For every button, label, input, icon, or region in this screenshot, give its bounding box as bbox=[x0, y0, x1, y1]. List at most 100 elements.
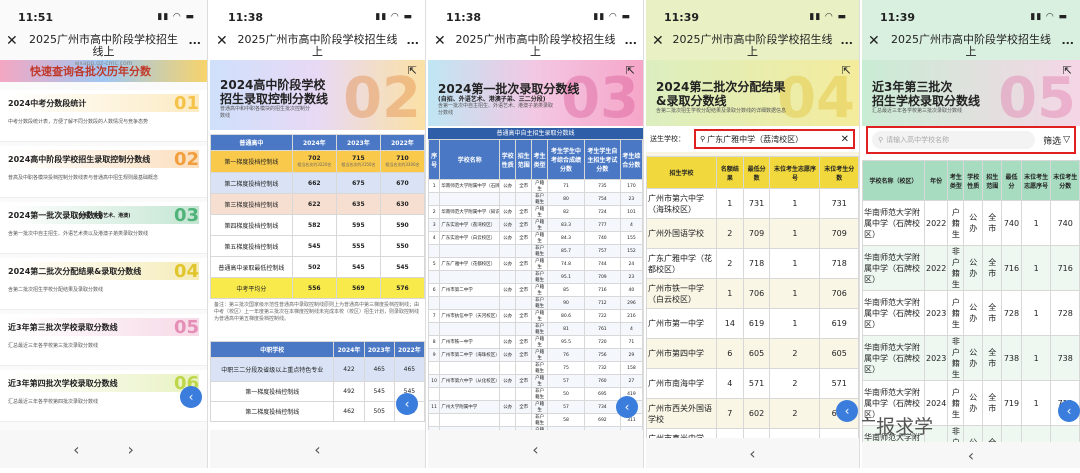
search-label: 送生学校： bbox=[650, 135, 685, 143]
menu-item[interactable]: 近3年第三批次学校录取分数线 05 汇总最近三年各学校第三批次录取分数线 bbox=[0, 314, 207, 366]
share-icon[interactable]: ⇱ bbox=[626, 64, 635, 77]
table-cell: 738 bbox=[1001, 335, 1022, 381]
table-cell: 非户籍生 bbox=[531, 244, 549, 258]
next-button[interactable]: › bbox=[128, 440, 134, 459]
menu-item-desc: 中考分数段统计表，方便了解不同分数段的人数情况与竞争态势 bbox=[8, 119, 149, 125]
table-cell: 全市 bbox=[515, 257, 533, 271]
menu-item[interactable]: 2024第一批次录取分数线 (自招、外语艺术、港澳) 03 含第一批次中自主招生、外语… bbox=[0, 202, 207, 254]
table-cell: 571 bbox=[742, 368, 771, 399]
clear-icon[interactable]: ✕ bbox=[841, 134, 849, 145]
table-cell: 605 bbox=[742, 338, 771, 369]
filter-button[interactable]: 筛选 bbox=[1043, 134, 1061, 147]
table-cell: 754 bbox=[583, 192, 621, 206]
table-cell: 广州市南海中学 bbox=[646, 368, 717, 399]
share-icon[interactable]: ⇱ bbox=[842, 64, 851, 77]
prev-button[interactable]: ‹ bbox=[532, 440, 538, 459]
table-cell: 619 bbox=[819, 308, 859, 339]
close-icon[interactable]: ✕ bbox=[868, 34, 886, 48]
table-cell bbox=[499, 361, 517, 375]
back-fab[interactable]: ‹ bbox=[180, 386, 202, 408]
table-cell bbox=[515, 192, 533, 206]
prev-button[interactable]: ‹ bbox=[968, 446, 974, 465]
table-cell: 75 bbox=[547, 361, 585, 375]
close-icon[interactable]: ✕ bbox=[652, 34, 670, 48]
close-icon[interactable]: ✕ bbox=[6, 34, 24, 48]
menu-item[interactable]: 2024高中阶段学校招生录取控制分数线 02 普高及中职各模块投档控制分数线表与普通… bbox=[0, 146, 207, 198]
table-cell: 1 bbox=[1020, 380, 1052, 426]
table-cell: 1 bbox=[1020, 245, 1052, 291]
table-row: 中职三二分段及省级以上重点特色专业 422 465 465 bbox=[210, 357, 425, 382]
signal-icon: ▮▮ ◠ ▬ bbox=[1030, 12, 1068, 22]
table-cell: 公办 bbox=[499, 400, 517, 414]
table-cell: 605 bbox=[819, 338, 859, 369]
school-search-box[interactable]: ⚲ 广东广雅中学（荔湾校区） ✕ bbox=[694, 129, 855, 149]
column-header: 名额结果 bbox=[716, 156, 744, 189]
table-cell: 非户籍生 bbox=[531, 296, 549, 310]
cell-value: 675 bbox=[352, 179, 365, 187]
table-cell: 422 bbox=[333, 357, 365, 382]
row-label: 第一梯度投档控制线 bbox=[210, 381, 335, 402]
table-cell: 全市 bbox=[515, 309, 533, 323]
more-icon[interactable]: ... bbox=[1056, 34, 1074, 47]
vocational-table: 中职学校 2024年 2023年 2022年 中职三二分段及省级以上重点特色专业 422… bbox=[210, 341, 425, 422]
back-fab[interactable]: ‹ bbox=[836, 400, 858, 422]
filter-icon[interactable]: ▽ bbox=[1063, 135, 1070, 145]
prev-button[interactable]: ‹ bbox=[314, 440, 320, 459]
prev-button[interactable]: ‹ bbox=[749, 444, 755, 463]
table-cell: 广州市铁一中学（白云校区） bbox=[646, 278, 717, 309]
hero-title-2: 招生录取控制分数线 bbox=[220, 92, 329, 106]
more-icon[interactable]: ... bbox=[619, 34, 637, 47]
table-cell: 95.1 bbox=[547, 270, 585, 284]
table-row: 4 广东实验中学（白云校区） 公办 全市 户籍生 84.3 740 155 bbox=[428, 231, 643, 245]
table-cell: 709 bbox=[742, 218, 771, 249]
table-cell: 724 bbox=[583, 205, 621, 219]
more-icon[interactable]: ... bbox=[835, 34, 853, 47]
menu-item-number: 05 bbox=[173, 316, 199, 338]
menu-item-desc: 普高及中职各模块投档控制分数线表与普通高中招生规则最基础概念 bbox=[8, 175, 159, 181]
row-label: 中职三二分段及省级以上重点特色专业 bbox=[210, 357, 335, 382]
table-cell bbox=[499, 244, 517, 258]
back-fab[interactable]: ‹ bbox=[1058, 400, 1080, 422]
table-cell: 155 bbox=[619, 231, 643, 245]
table-row: 华南师范大学附属中学（石牌校区） 2022 非户籍生 公办 全市 716 1 716 bbox=[862, 245, 1080, 291]
menu-item[interactable]: 2024中考分数段统计 01 中考分数段统计表，方便了解不同分数段的人数情况与竞争态… bbox=[0, 90, 207, 142]
table-cell: 1 bbox=[769, 248, 821, 279]
table-cell: 27 bbox=[619, 374, 643, 388]
table-title: 普通高中自主招生录取分数线 bbox=[428, 128, 643, 139]
cell-value: 545 bbox=[396, 263, 409, 271]
table-cell: 4 bbox=[619, 218, 643, 232]
table-cell bbox=[428, 387, 441, 401]
bottom-bar: ‹ bbox=[428, 430, 643, 468]
column-header: 招生范围 bbox=[515, 139, 533, 180]
table-cell: 635 bbox=[335, 193, 381, 215]
table-cell: 706 bbox=[742, 278, 771, 309]
table-cell: 718 bbox=[742, 248, 771, 279]
hero-sub: 含第二批次招生学校分配结果及录取分数线的详细数据信息 bbox=[656, 108, 787, 114]
table-cell: 1 bbox=[769, 308, 821, 339]
share-icon[interactable]: ⇱ bbox=[1063, 64, 1072, 77]
menu-item[interactable]: 2024第二批次分配结果&录取分数线 04 含第二批次招生学校分配结果及录取分数线 bbox=[0, 258, 207, 310]
prev-button[interactable]: ‹ bbox=[73, 440, 79, 459]
table-cell: 户籍生 bbox=[531, 179, 549, 193]
table-cell bbox=[439, 244, 501, 258]
table-cell: 571 bbox=[819, 368, 859, 399]
menu-item[interactable]: 近3年第四批次学校录取分数线 06 汇总最近三年各学校第四批次录取分数线 bbox=[0, 370, 207, 422]
more-icon[interactable]: ... bbox=[401, 34, 419, 47]
back-fab[interactable]: ‹ bbox=[616, 396, 638, 418]
close-icon[interactable]: ✕ bbox=[434, 34, 452, 48]
panel-menu: 11:51 ▮▮ ◠ ▬ ✕ 2025广州市高中阶段学校招生线上 wxapp.gz-… bbox=[0, 0, 208, 468]
table-cell: 广东实验中学（荔湾校区） bbox=[439, 218, 501, 232]
share-icon[interactable]: ⇱ bbox=[408, 64, 417, 77]
close-icon[interactable]: ✕ bbox=[216, 34, 234, 48]
table-cell: 23 bbox=[619, 270, 643, 284]
column-header: 末位考生志愿序号 bbox=[769, 156, 821, 189]
hero-title-1: 2024高中阶段学校 bbox=[220, 78, 326, 92]
column-header: 普通高中 bbox=[210, 134, 293, 151]
table-cell: 全市 bbox=[515, 400, 533, 414]
status-bar: 11:51 ▮▮ ◠ ▬ bbox=[0, 0, 207, 34]
more-icon[interactable]: ... bbox=[183, 34, 201, 47]
back-fab[interactable]: ‹ bbox=[396, 393, 418, 415]
school-search-input[interactable]: ⚲ 请输入高中学校名称 bbox=[872, 131, 1036, 149]
cell-value: 710 bbox=[396, 155, 409, 162]
table-row: 第四梯度投档控制线 582 595 590 bbox=[210, 214, 425, 236]
